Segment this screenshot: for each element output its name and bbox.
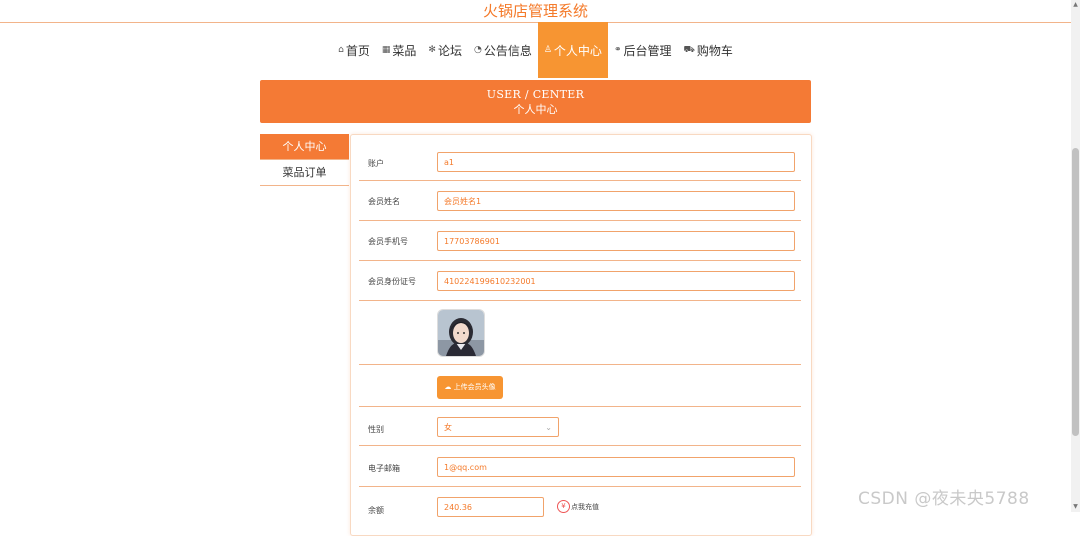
gauge-icon: ◔ [473,45,482,55]
account-input[interactable]: a1 [437,152,795,172]
nav-item-user-center[interactable]: ♙ 个人中心 [537,22,608,78]
page-banner: USER / CENTER 个人中心 [260,80,811,123]
nav-item-notices[interactable]: ◔ 公告信息 [468,22,538,78]
name-label: 会员姓名 [368,197,400,206]
upload-avatar-button[interactable]: ☁ 上传会员头像 [437,376,503,399]
asterisk-icon: ✻ [428,45,436,55]
nav-item-label: 论坛 [437,43,462,58]
nav-item-label: 购物车 [696,43,733,58]
gender-select-value: 女 [444,423,452,432]
profile-form: 账户 a1 会员姓名 会员姓名1 会员手机号 17703786901 会员身份证… [350,134,812,536]
upload-avatar-label: 上传会员头像 [453,383,496,391]
phone-label: 会员手机号 [368,237,408,246]
chevron-down-icon: ⌄ [545,423,552,432]
form-row-upload: ☁ 上传会员头像 [359,365,801,407]
cart-icon: ⛟ [683,44,695,55]
grid-icon: ▦ [381,45,391,55]
sidebar-item-user-center[interactable]: 个人中心 [260,134,349,160]
avatar-image [437,309,485,357]
nav-item-label: 菜品 [392,43,417,58]
nav-item-home[interactable]: ⌂ 首页 [332,22,376,78]
nav-item-dishes[interactable]: ▦ 菜品 [376,22,423,78]
cloud-upload-icon: ☁ [444,383,452,391]
idcard-input[interactable]: 410224199610232001 [437,271,795,291]
gender-select[interactable]: 女 ⌄ [437,417,559,437]
nav-item-admin[interactable]: ⚭ 后台管理 [608,22,678,78]
phone-input[interactable]: 17703786901 [437,231,795,251]
sidebar-item-dish-orders[interactable]: 菜品订单 [260,160,349,186]
form-row-balance: 余额 240.36 ¥ 点我充值 [359,487,801,527]
email-input[interactable]: 1@qq.com [437,457,795,477]
idcard-label: 会员身份证号 [368,277,416,286]
nav-item-label: 公告信息 [483,43,532,58]
yen-icon: ¥ [557,500,570,513]
banner-title-en: USER / CENTER [486,88,585,101]
scroll-up-arrow-icon[interactable]: ▲ [1072,1,1079,9]
banner-title-cn: 个人中心 [513,103,558,116]
form-row-name: 会员姓名 会员姓名1 [359,181,801,221]
nav-item-label: 首页 [345,43,370,58]
form-row-phone: 会员手机号 17703786901 [359,221,801,261]
form-row-gender: 性别 女 ⌄ [359,407,801,446]
scrollbar-thumb[interactable] [1072,148,1079,436]
form-row-idcard: 会员身份证号 410224199610232001 [359,261,801,301]
home-icon: ⌂ [338,45,344,55]
form-row-account: 账户 a1 [359,143,801,181]
user-icon: ♙ [543,45,552,55]
nav-item-cart[interactable]: ⛟ 购物车 [678,22,739,78]
watermark: CSDN @夜未央5788 [858,489,1030,509]
nav-item-label: 个人中心 [553,43,602,58]
account-label: 账户 [368,159,384,168]
gender-label: 性别 [368,425,384,434]
link-icon: ⚭ [613,45,622,55]
form-row-avatar [359,301,801,365]
scroll-down-arrow-icon[interactable]: ▼ [1072,503,1079,511]
form-row-email: 电子邮箱 1@qq.com [359,446,801,487]
nav-item-forum[interactable]: ✻ 论坛 [422,22,468,78]
name-input[interactable]: 会员姓名1 [437,191,795,211]
recharge-link[interactable]: ¥ 点我充值 [359,497,619,517]
sidebar: 个人中心 菜品订单 [260,134,349,186]
site-title: 火锅店管理系统 [0,0,1071,23]
email-label: 电子邮箱 [368,464,400,473]
nav-item-label: 后台管理 [623,43,672,58]
main-nav: ⌂ 首页 ▦ 菜品 ✻ 论坛 ◔ 公告信息 ♙ 个人中心 ⚭ 后台管理 ⛟ 购物… [0,22,1071,78]
recharge-label: 点我充值 [571,503,599,511]
